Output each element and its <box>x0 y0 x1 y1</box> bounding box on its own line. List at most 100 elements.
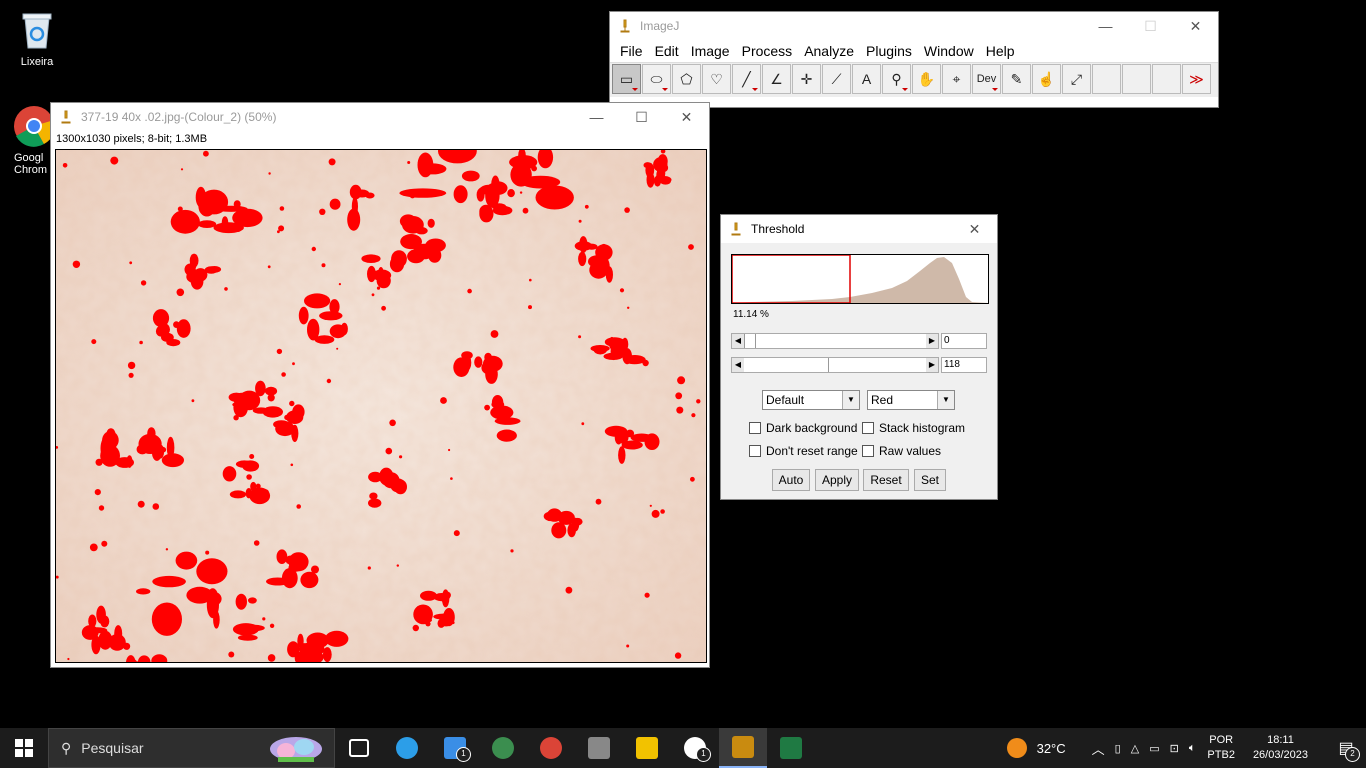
slider-left-arrow[interactable]: ◀ <box>732 334 744 348</box>
wand-tool[interactable]: ⟋ <box>822 64 851 94</box>
notifications-button[interactable]: ▤ 2 <box>1326 738 1366 762</box>
menu-image[interactable]: Image <box>685 43 736 59</box>
dev-tool[interactable]: Dev <box>972 64 1001 94</box>
max-threshold-field[interactable]: 118 <box>941 357 987 373</box>
menu-edit[interactable]: Edit <box>649 43 685 59</box>
reset-button[interactable]: Reset <box>863 469 909 491</box>
menu-plugins[interactable]: Plugins <box>860 43 918 59</box>
pipette-tool[interactable]: ⤢ <box>1062 64 1091 94</box>
slider-thumb[interactable] <box>744 334 756 348</box>
minimize-button[interactable]: — <box>1083 12 1128 40</box>
threshold-speck <box>674 652 682 659</box>
min-threshold-field[interactable]: 0 <box>941 333 987 349</box>
taskbar-app-imagej[interactable] <box>719 728 767 768</box>
chevron-up-icon[interactable]: ︿ <box>1092 739 1105 758</box>
clock[interactable]: 18:11 26/03/2023 <box>1253 733 1308 763</box>
max-threshold-slider[interactable]: ◀ ▶ <box>731 357 939 373</box>
close-button[interactable]: ✕ <box>952 215 997 243</box>
close-button[interactable]: ✕ <box>1173 12 1218 40</box>
taskbar-app-file-explorer[interactable] <box>623 728 671 768</box>
threshold-speck <box>152 503 160 510</box>
stack-histogram-checkbox[interactable]: Stack histogram <box>862 421 965 435</box>
weather-temp[interactable]: 32°C <box>1037 741 1066 756</box>
freehand-tool[interactable]: ♡ <box>702 64 731 94</box>
threshold-speck <box>255 483 261 489</box>
taskbar-app-excel[interactable] <box>767 728 815 768</box>
threshold-region <box>453 185 468 204</box>
menu-help[interactable]: Help <box>980 43 1021 59</box>
angle-tool[interactable]: ∠ <box>762 64 791 94</box>
threshold-titlebar[interactable]: Threshold ✕ <box>721 215 997 243</box>
threshold-speck <box>389 419 396 427</box>
image-window-titlebar[interactable]: 377-19 40x .02.jpg-(Colour_2) (50%) — ☐ … <box>51 103 709 131</box>
empty-slot-2[interactable] <box>1122 64 1151 94</box>
volume-icon[interactable]: 🔈︎ <box>1189 742 1196 755</box>
search-box[interactable]: ⚲ Pesquisar <box>48 728 335 768</box>
taskbar-app-calculator[interactable] <box>575 728 623 768</box>
threshold-speck <box>267 265 271 269</box>
checkbox-box[interactable] <box>862 422 874 434</box>
image-canvas[interactable] <box>55 149 707 663</box>
language-indicator[interactable]: POR PTB2 <box>1207 733 1235 763</box>
min-threshold-slider[interactable]: ◀ ▶ <box>731 333 939 349</box>
method-select[interactable]: Default ▼ <box>762 390 860 410</box>
checkbox-box[interactable] <box>749 422 761 434</box>
dark-background-checkbox[interactable]: Dark background <box>749 421 857 435</box>
usb-icon[interactable]: ▯ <box>1115 742 1121 755</box>
checkbox-box[interactable] <box>862 445 874 457</box>
rectangle-tool[interactable]: ▭ <box>612 64 641 94</box>
start-button[interactable] <box>0 728 48 768</box>
scrolling-tool[interactable]: ✋ <box>912 64 941 94</box>
minimize-button[interactable]: — <box>574 103 619 131</box>
weather-icon[interactable] <box>1006 738 1027 758</box>
desktop-icon-recycle-bin[interactable]: Lixeira <box>2 8 72 68</box>
threshold-speck <box>95 458 103 466</box>
empty-slot-3[interactable] <box>1152 64 1181 94</box>
chevron-down-icon: ▼ <box>937 391 954 409</box>
threshold-region <box>490 405 514 420</box>
maximize-button[interactable]: ☐ <box>619 103 664 131</box>
display-select[interactable]: Red ▼ <box>867 390 955 410</box>
desktop-icon-chrome[interactable]: Googl Chrom <box>0 104 55 176</box>
taskbar-app-chrome[interactable] <box>527 728 575 768</box>
raw-values-checkbox[interactable]: Raw values <box>862 444 941 458</box>
more-tools[interactable]: ≫ <box>1182 64 1211 94</box>
slider-right-arrow[interactable]: ▶ <box>926 358 938 372</box>
set-button[interactable]: Set <box>914 469 946 491</box>
line-tool[interactable]: ╱ <box>732 64 761 94</box>
menu-file[interactable]: File <box>614 43 649 59</box>
taskbar-app-mail[interactable]: 1 <box>431 728 479 768</box>
freehand-tool-icon: ♡ <box>710 70 723 87</box>
drive-icon[interactable]: △ <box>1131 742 1139 755</box>
polygon-tool[interactable]: ⬠ <box>672 64 701 94</box>
flood-fill-tool[interactable]: ☝ <box>1032 64 1061 94</box>
auto-button[interactable]: Auto <box>772 469 810 491</box>
imagej-titlebar[interactable]: ImageJ — ☐ ✕ <box>610 12 1218 40</box>
brush-tool[interactable]: ✎ <box>1002 64 1031 94</box>
apply-button[interactable]: Apply <box>815 469 859 491</box>
point-tool[interactable]: ✛ <box>792 64 821 94</box>
menu-analyze[interactable]: Analyze <box>798 43 860 59</box>
taskbar-app-edge[interactable] <box>383 728 431 768</box>
empty-slot-1[interactable] <box>1092 64 1121 94</box>
checkbox-box[interactable] <box>749 445 761 457</box>
slider-right-arrow[interactable]: ▶ <box>926 334 938 348</box>
threshold-region <box>106 428 116 441</box>
color-picker-tool[interactable]: ⌖ <box>942 64 971 94</box>
text-tool[interactable]: A <box>852 64 881 94</box>
magnifying-glass-tool[interactable]: ⚲ <box>882 64 911 94</box>
threshold-region <box>368 498 382 508</box>
battery-icon[interactable]: ▭ <box>1149 742 1159 755</box>
taskbar-app-whatsapp[interactable]: 1 <box>671 728 719 768</box>
taskbar-app-task-view[interactable] <box>335 728 383 768</box>
slider-thumb[interactable] <box>828 358 831 372</box>
dont-reset-range-checkbox[interactable]: Don't reset range <box>749 444 858 458</box>
oval-tool[interactable]: ⬭ <box>642 64 671 94</box>
close-button[interactable]: ✕ <box>664 103 709 131</box>
menu-window[interactable]: Window <box>918 43 980 59</box>
threshold-region <box>255 380 266 397</box>
network-icon[interactable]: ⊡ <box>1170 742 1179 755</box>
slider-left-arrow[interactable]: ◀ <box>732 358 744 372</box>
menu-process[interactable]: Process <box>736 43 799 59</box>
taskbar-app-browser-globe[interactable] <box>479 728 527 768</box>
